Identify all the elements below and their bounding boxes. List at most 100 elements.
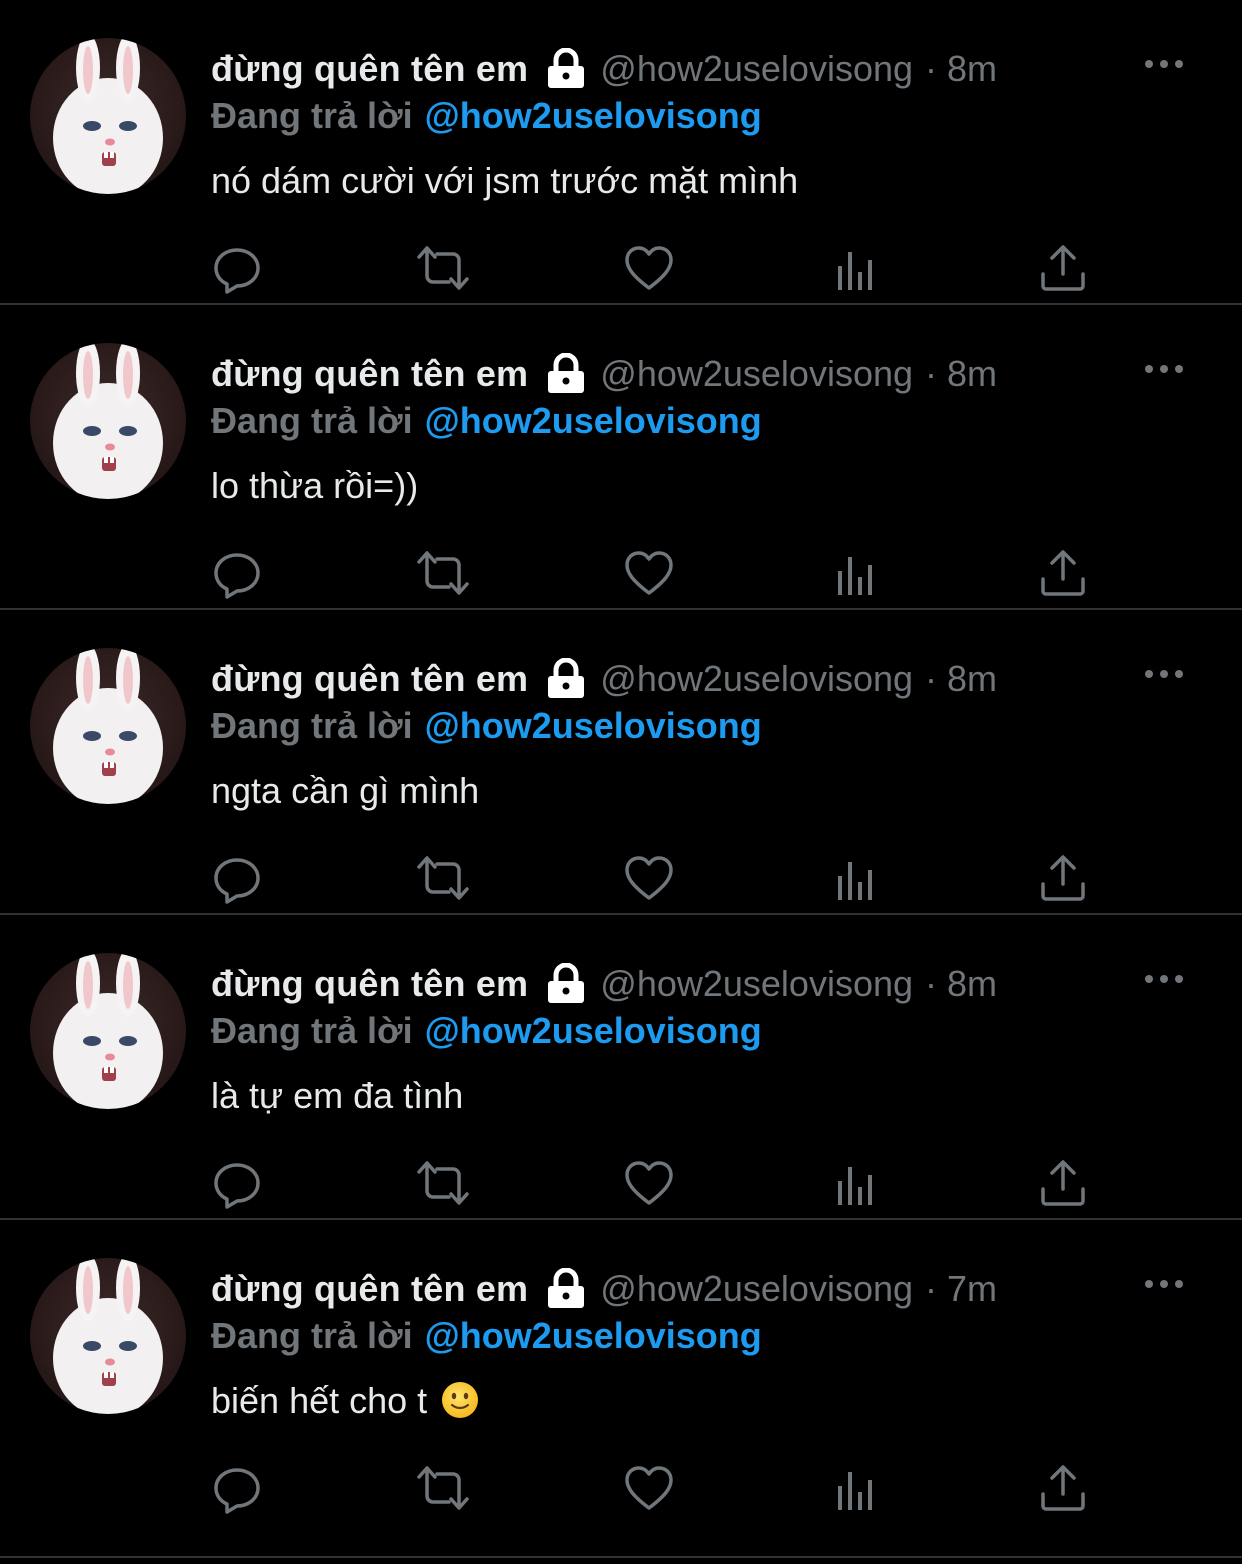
replying-to-label: Đang trả lời — [211, 705, 413, 746]
analytics-icon[interactable] — [831, 547, 883, 599]
retweet-icon[interactable] — [417, 852, 469, 904]
avatar[interactable] — [30, 1258, 186, 1414]
tweet-feed: đừng quên tên em @how2uselovisong · 8m Đ… — [0, 0, 1242, 1564]
retweet-icon[interactable] — [417, 242, 469, 294]
more-icon[interactable] — [1144, 54, 1184, 74]
separator-dot: · — [925, 963, 938, 1004]
reply-icon[interactable] — [211, 1462, 263, 1514]
share-icon[interactable] — [1037, 852, 1089, 904]
tweet[interactable]: đừng quên tên em @how2uselovisong · 8m Đ… — [0, 305, 1242, 610]
user-handle[interactable]: @how2uselovisong — [600, 963, 913, 1005]
replying-to-label: Đang trả lời — [211, 1315, 413, 1356]
replying-to: Đang trả lời @how2uselovisong — [211, 705, 762, 747]
retweet-icon[interactable] — [417, 547, 469, 599]
timestamp[interactable]: 8m — [947, 353, 997, 395]
analytics-icon[interactable] — [831, 242, 883, 294]
tweet-header: đừng quên tên em @how2uselovisong · 8m — [211, 349, 1212, 399]
replying-to-handle[interactable]: @how2uselovisong — [425, 1315, 762, 1356]
avatar[interactable] — [30, 648, 186, 804]
tweet-text: là tự em đa tình — [211, 1075, 464, 1116]
tweet-actions — [211, 1157, 1091, 1209]
tweet-header: đừng quên tên em @how2uselovisong · 8m — [211, 654, 1212, 704]
replying-to: Đang trả lời @how2uselovisong — [211, 95, 762, 137]
heart-icon[interactable] — [623, 242, 675, 294]
timestamp[interactable]: 8m — [947, 48, 997, 90]
user-handle[interactable]: @how2uselovisong — [600, 658, 913, 700]
replying-to-handle[interactable]: @how2uselovisong — [425, 400, 762, 441]
reply-icon[interactable] — [211, 1157, 263, 1209]
share-icon[interactable] — [1037, 547, 1089, 599]
separator-dot: · — [925, 353, 938, 394]
separator-dot: · — [925, 658, 938, 699]
timestamp[interactable]: 8m — [947, 658, 997, 700]
heart-icon[interactable] — [623, 1157, 675, 1209]
separator-dot: · — [925, 1268, 938, 1309]
tweet-actions — [211, 852, 1091, 904]
tweet-text: biến hết cho t — [211, 1380, 428, 1421]
reply-icon[interactable] — [211, 547, 263, 599]
bunny-avatar-image — [53, 343, 163, 499]
replying-to-label: Đang trả lời — [211, 95, 413, 136]
heart-icon[interactable] — [623, 1462, 675, 1514]
slightly-smiling-face-emoji — [441, 1381, 479, 1419]
more-icon[interactable] — [1144, 359, 1184, 379]
more-icon[interactable] — [1144, 1274, 1184, 1294]
tweet-header: đừng quên tên em @how2uselovisong · 7m — [211, 1264, 1212, 1314]
user-handle[interactable]: @how2uselovisong — [600, 48, 913, 90]
share-icon[interactable] — [1037, 242, 1089, 294]
lock-icon — [546, 1267, 586, 1310]
retweet-icon[interactable] — [417, 1462, 469, 1514]
share-icon[interactable] — [1037, 1157, 1089, 1209]
lock-icon — [546, 47, 586, 90]
display-name[interactable]: đừng quên tên em — [211, 658, 528, 700]
heart-icon[interactable] — [623, 852, 675, 904]
bunny-avatar-image — [53, 1258, 163, 1414]
more-icon[interactable] — [1144, 969, 1184, 989]
lock-icon — [546, 352, 586, 395]
user-handle[interactable]: @how2uselovisong — [600, 1268, 913, 1310]
share-icon[interactable] — [1037, 1462, 1089, 1514]
replying-to: Đang trả lời @how2uselovisong — [211, 1315, 762, 1357]
replying-to: Đang trả lời @how2uselovisong — [211, 1010, 762, 1052]
replying-to: Đang trả lời @how2uselovisong — [211, 400, 762, 442]
tweet-actions — [211, 1462, 1091, 1514]
analytics-icon[interactable] — [831, 852, 883, 904]
bunny-avatar-image — [53, 648, 163, 804]
tweet-actions — [211, 242, 1091, 294]
tweet-header: đừng quên tên em @how2uselovisong · 8m — [211, 44, 1212, 94]
replying-to-label: Đang trả lời — [211, 1010, 413, 1051]
heart-icon[interactable] — [623, 547, 675, 599]
analytics-icon[interactable] — [831, 1157, 883, 1209]
user-handle[interactable]: @how2uselovisong — [600, 353, 913, 395]
replying-to-handle[interactable]: @how2uselovisong — [425, 1010, 762, 1051]
tweet[interactable]: đừng quên tên em @how2uselovisong · 8m Đ… — [0, 915, 1242, 1220]
tweet-text: nó dám cười với jsm trước mặt mình — [211, 160, 799, 201]
lock-icon — [546, 962, 586, 1005]
replying-to-handle[interactable]: @how2uselovisong — [425, 705, 762, 746]
tweet[interactable]: đừng quên tên em @how2uselovisong · 7m Đ… — [0, 1220, 1242, 1558]
separator-dot: · — [925, 48, 938, 89]
tweet-header: đừng quên tên em @how2uselovisong · 8m — [211, 959, 1212, 1009]
bunny-avatar-image — [53, 38, 163, 194]
display-name[interactable]: đừng quên tên em — [211, 353, 528, 395]
lock-icon — [546, 657, 586, 700]
avatar[interactable] — [30, 343, 186, 499]
reply-icon[interactable] — [211, 242, 263, 294]
timestamp[interactable]: 7m — [947, 1268, 997, 1310]
tweet-text: lo thừa rồi=)) — [211, 465, 419, 506]
retweet-icon[interactable] — [417, 1157, 469, 1209]
tweet-actions — [211, 547, 1091, 599]
tweet-text-wrapper: biến hết cho t — [211, 1380, 479, 1422]
reply-icon[interactable] — [211, 852, 263, 904]
tweet[interactable]: đừng quên tên em @how2uselovisong · 8m Đ… — [0, 610, 1242, 915]
replying-to-handle[interactable]: @how2uselovisong — [425, 95, 762, 136]
timestamp[interactable]: 8m — [947, 963, 997, 1005]
display-name[interactable]: đừng quên tên em — [211, 48, 528, 90]
display-name[interactable]: đừng quên tên em — [211, 963, 528, 1005]
avatar[interactable] — [30, 953, 186, 1109]
display-name[interactable]: đừng quên tên em — [211, 1268, 528, 1310]
tweet[interactable]: đừng quên tên em @how2uselovisong · 8m Đ… — [0, 0, 1242, 305]
analytics-icon[interactable] — [831, 1462, 883, 1514]
avatar[interactable] — [30, 38, 186, 194]
more-icon[interactable] — [1144, 664, 1184, 684]
